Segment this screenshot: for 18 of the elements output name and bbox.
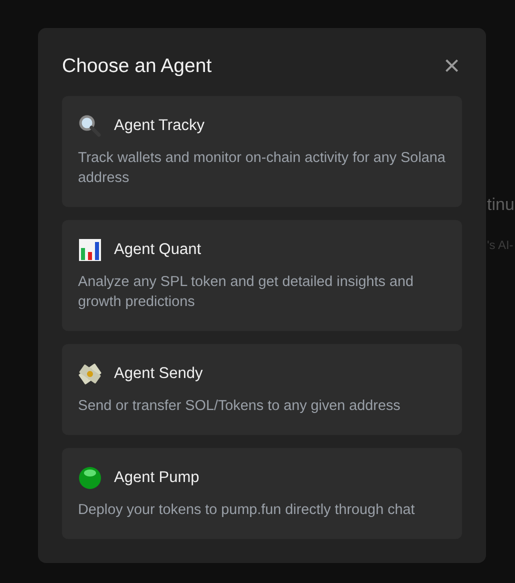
agent-option[interactable]: Agent Sendy Send or transfer SOL/Tokens to any given address — [62, 344, 462, 435]
agent-description: Send or transfer SOL/Tokens to any given address — [78, 397, 402, 416]
modal-title: Choose an Agent — [62, 54, 212, 79]
magnifier-icon — [78, 114, 102, 138]
agent-option[interactable]: Agent Tracky Track wallets and monitor on-chain activity for any Solana address — [62, 96, 462, 207]
agent-description: Deploy your tokens to pump.fun directly through chat — [78, 501, 416, 520]
agent-name: Agent Quant — [114, 240, 202, 260]
close-button[interactable]: × — [442, 54, 462, 78]
agent-name: Agent Tracky — [114, 116, 204, 136]
agent-option[interactable]: Agent Quant Analyze any SPL token and get detailed insights and growth predictions — [62, 220, 462, 331]
agent-option[interactable]: Agent Pump Deploy your tokens to pump.fun directly through chat — [62, 448, 462, 539]
agent-description: Analyze any SPL token and get detailed insights and growth predictions — [78, 273, 414, 312]
bar-chart-icon — [78, 238, 102, 262]
background-heading: tinu — [487, 194, 514, 216]
agent-description: Track wallets and monitor on-chain activity for any Solana address — [78, 149, 446, 188]
ball-icon — [78, 466, 102, 490]
agent-name: Agent Pump — [114, 468, 200, 488]
agent-name: Agent Sendy — [114, 364, 203, 384]
